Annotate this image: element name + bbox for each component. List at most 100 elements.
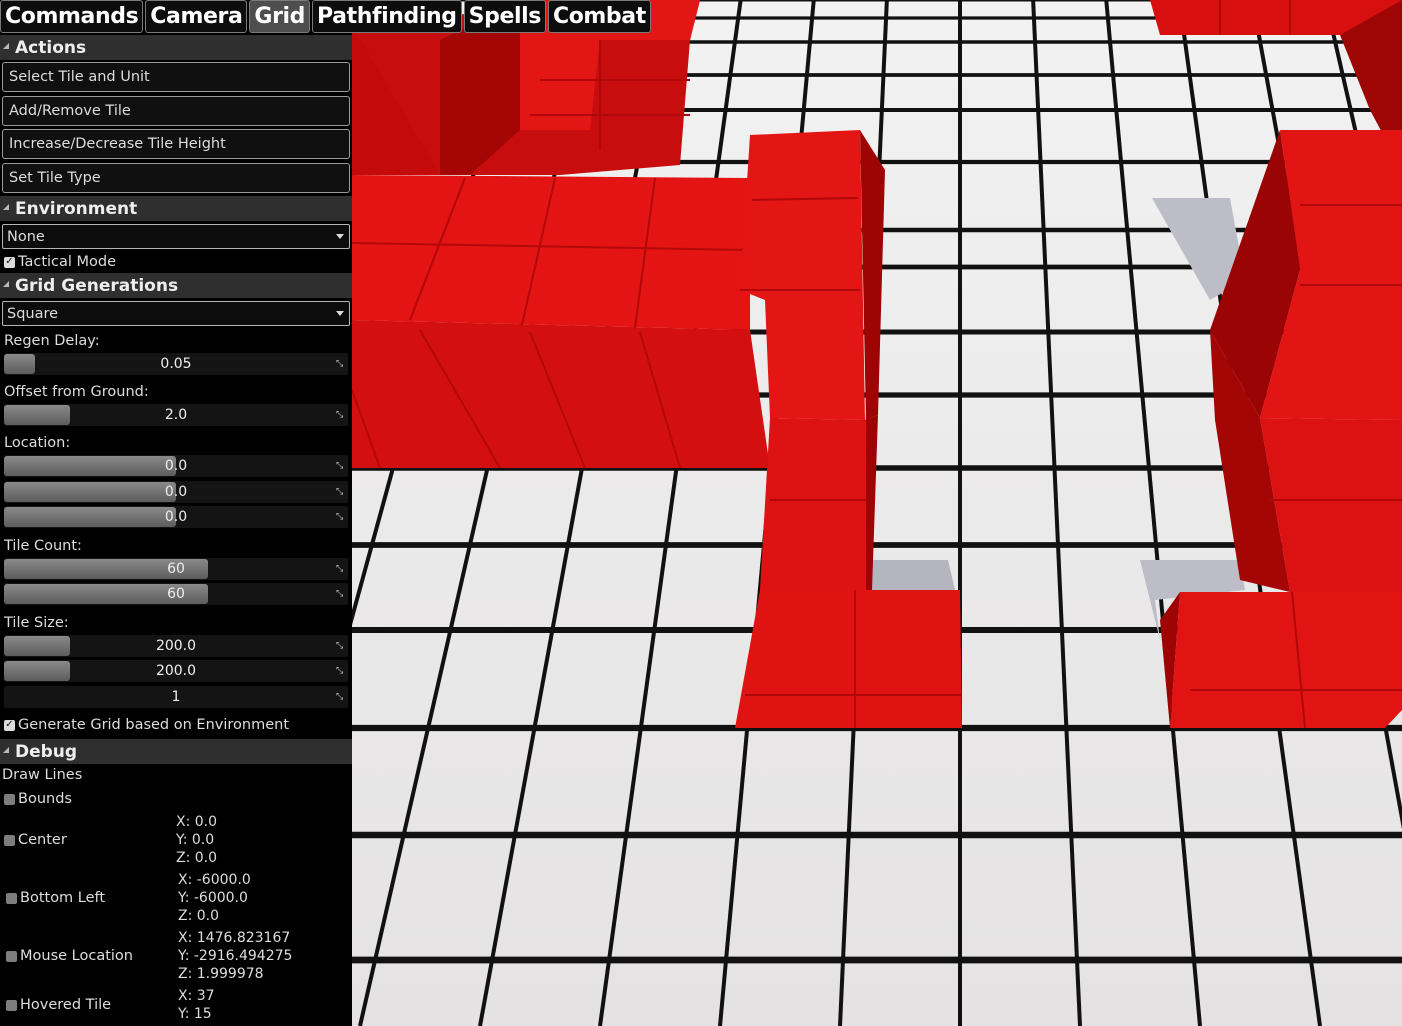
- resize-grip-icon: ⤡: [336, 589, 344, 599]
- location-x-slider[interactable]: 0.0 ⤡: [4, 455, 348, 477]
- tactical-mode-checkbox[interactable]: ✓: [4, 256, 15, 268]
- mouse-location-y: Y: -2916.494275: [178, 948, 293, 964]
- resize-grip-icon: ⤡: [336, 564, 344, 574]
- caret-down-icon: [336, 311, 344, 316]
- offset-ground-value: 2.0: [164, 407, 188, 423]
- location-z-value: 0.0: [164, 509, 188, 525]
- bottom-left-x: X: -6000.0: [178, 872, 251, 888]
- tab-commands[interactable]: Commands: [0, 0, 144, 33]
- resize-grip-icon: ⤡: [336, 666, 344, 676]
- bottom-left-row: Bottom Left: [6, 890, 105, 906]
- tile-count-x-value: 60: [167, 561, 185, 577]
- draw-lines-label: Draw Lines: [2, 767, 83, 783]
- resize-grip-icon: ⤡: [336, 461, 344, 471]
- environment-header[interactable]: Environment: [0, 196, 352, 221]
- triangle-icon: [3, 746, 9, 753]
- environment-selected: None: [7, 228, 45, 245]
- location-y-slider[interactable]: 0.0 ⤡: [4, 481, 348, 503]
- resize-grip-icon: ⤡: [336, 512, 344, 522]
- triangle-icon: [3, 42, 9, 49]
- center-row: Center: [4, 832, 67, 848]
- bounds-label: Bounds: [18, 791, 72, 807]
- offset-ground-slider[interactable]: 2.0 ⤡: [4, 404, 348, 426]
- actions-header[interactable]: Actions: [0, 35, 352, 60]
- tab-combat[interactable]: Combat: [547, 0, 651, 33]
- tile-height-button[interactable]: Increase/Decrease Tile Height: [2, 129, 350, 159]
- bottom-left-checkbox[interactable]: [6, 892, 17, 904]
- regen-delay-slider[interactable]: 0.05 ⤡: [4, 353, 348, 375]
- bottom-left-y: Y: -6000.0: [178, 890, 248, 906]
- bottom-left-coords: X: -6000.0 Y: -6000.0 Z: 0.0: [178, 871, 251, 925]
- resize-grip-icon: ⤡: [336, 692, 344, 702]
- tab-camera[interactable]: Camera: [145, 0, 248, 33]
- actions-title: Actions: [15, 37, 87, 58]
- center-checkbox[interactable]: [4, 834, 15, 846]
- center-y: Y: 0.0: [176, 832, 215, 848]
- hovered-tile-checkbox[interactable]: [6, 999, 17, 1011]
- tile-size-y-value: 200.0: [155, 663, 197, 679]
- hovered-tile-row: Hovered Tile: [6, 997, 111, 1013]
- location-z-slider[interactable]: 0.0 ⤡: [4, 506, 348, 528]
- tile-size-y-slider[interactable]: 200.0 ⤡: [4, 660, 348, 682]
- tile-size-z-value: 1: [171, 689, 181, 705]
- environment-title: Environment: [15, 198, 138, 219]
- hovered-tile-label: Hovered Tile: [20, 997, 112, 1013]
- bounds-checkbox[interactable]: [4, 793, 15, 805]
- grid-generations-title: Grid Generations: [15, 275, 179, 296]
- triangle-icon: [3, 280, 9, 287]
- env-based-label: Generate Grid based on Environment: [18, 717, 290, 733]
- resize-grip-icon: ⤡: [336, 487, 344, 497]
- hovered-tile-x: X: 37: [178, 988, 215, 1004]
- set-tile-type-button[interactable]: Set Tile Type: [2, 163, 350, 193]
- mouse-location-coords: X: 1476.823167 Y: -2916.494275 Z: 1.9999…: [178, 929, 292, 983]
- location-label: Location:: [4, 435, 71, 451]
- location-x-value: 0.0: [164, 458, 188, 474]
- bottom-left-z: Z: 0.0: [178, 908, 220, 924]
- regen-delay-value: 0.05: [160, 356, 192, 372]
- hovered-tile-y: Y: 15: [178, 1006, 212, 1022]
- grid-shape-selected: Square: [7, 305, 59, 322]
- select-tile-unit-button[interactable]: Select Tile and Unit: [2, 62, 350, 92]
- mouse-location-row: Mouse Location: [6, 948, 133, 964]
- caret-down-icon: [336, 234, 344, 239]
- tab-spells[interactable]: Spells: [463, 0, 546, 33]
- mouse-location-checkbox[interactable]: [6, 950, 17, 962]
- resize-grip-icon: ⤡: [336, 410, 344, 420]
- center-label: Center: [18, 832, 67, 848]
- bounds-row: Bounds: [4, 791, 72, 807]
- environment-dropdown[interactable]: None: [2, 224, 350, 249]
- mouse-location-label: Mouse Location: [20, 948, 133, 964]
- tile-size-x-value: 200.0: [155, 638, 197, 654]
- tab-pathfinding[interactable]: Pathfinding: [312, 0, 462, 33]
- env-based-checkbox[interactable]: ✓: [4, 719, 15, 731]
- env-based-row: ✓ Generate Grid based on Environment: [4, 717, 289, 733]
- tile-size-z-slider[interactable]: 1 ⤡: [4, 686, 348, 708]
- debug-title: Debug: [15, 741, 78, 762]
- tab-bar: Commands Camera Grid Pathfinding Spells …: [0, 0, 651, 35]
- bottom-left-label: Bottom Left: [20, 890, 106, 906]
- hovered-tile-coords: X: 37 Y: 15: [178, 987, 215, 1023]
- tile-count-y-slider[interactable]: 60 ⤡: [4, 583, 348, 605]
- center-coords: X: 0.0 Y: 0.0 Z: 0.0: [176, 813, 217, 867]
- resize-grip-icon: ⤡: [336, 641, 344, 651]
- grid-generations-header[interactable]: Grid Generations: [0, 273, 352, 298]
- tile-size-x-slider[interactable]: 200.0 ⤡: [4, 635, 348, 657]
- regen-delay-label: Regen Delay:: [4, 333, 100, 349]
- resize-grip-icon: ⤡: [336, 359, 344, 369]
- tactical-mode-row: ✓ Tactical Mode: [4, 254, 116, 270]
- grid-settings-panel: Actions Select Tile and Unit Add/Remove …: [0, 35, 352, 1026]
- tile-count-x-slider[interactable]: 60 ⤡: [4, 558, 348, 580]
- grid-shape-dropdown[interactable]: Square: [2, 301, 350, 326]
- tile-count-label: Tile Count:: [4, 538, 82, 554]
- center-z: Z: 0.0: [176, 850, 218, 866]
- debug-header[interactable]: Debug: [0, 739, 352, 764]
- tile-size-label: Tile Size:: [4, 615, 69, 631]
- wall-left: [351, 175, 770, 469]
- wall-shadow: [870, 560, 955, 590]
- tile-count-y-value: 60: [167, 586, 185, 602]
- add-remove-tile-button[interactable]: Add/Remove Tile: [2, 96, 350, 126]
- center-x: X: 0.0: [176, 814, 218, 830]
- triangle-icon: [3, 203, 9, 210]
- tab-grid[interactable]: Grid: [249, 0, 311, 33]
- tactical-mode-label: Tactical Mode: [18, 254, 117, 270]
